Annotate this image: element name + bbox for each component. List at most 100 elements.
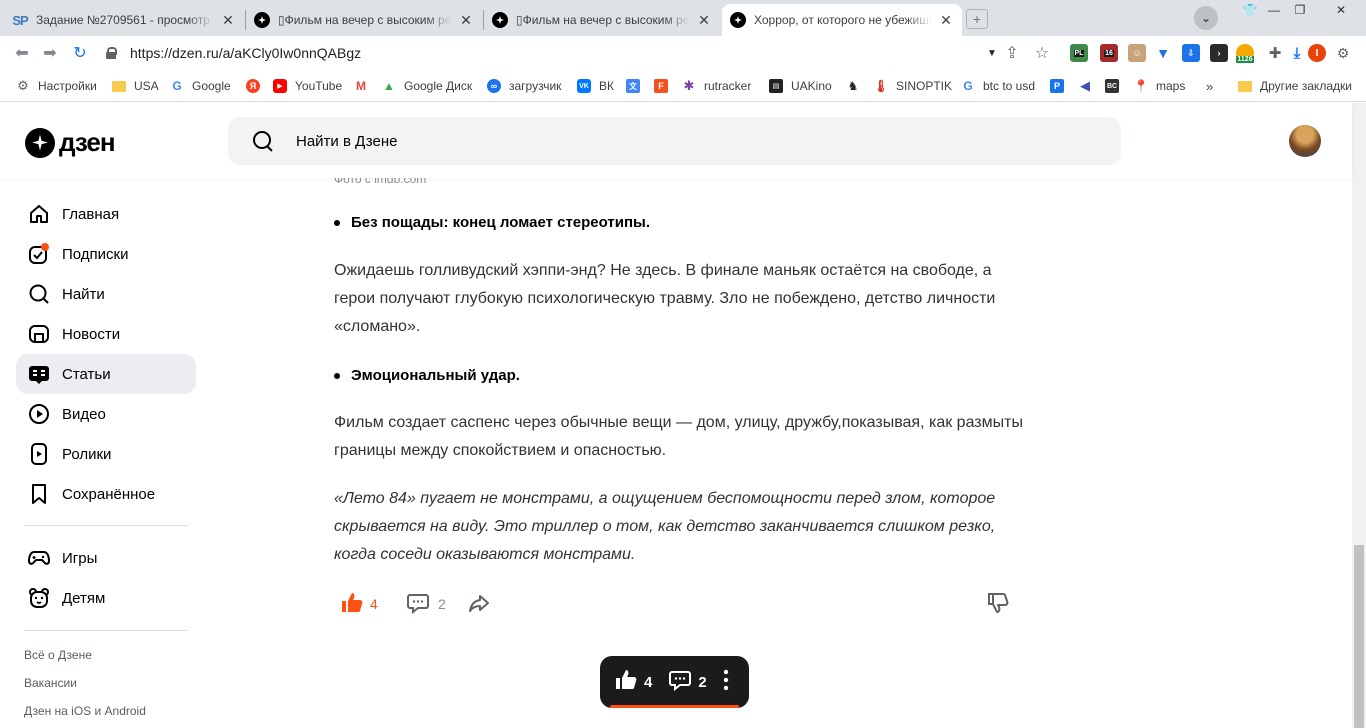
bookmark-usa[interactable]: USA bbox=[112, 77, 159, 95]
dzen-logo[interactable]: дзен bbox=[25, 127, 116, 158]
browser-tab[interactable]: ▯Фильм на вечер с высоким рейтингом ✕ bbox=[484, 4, 720, 36]
browser-tab[interactable]: SP Задание №2709561 - просмотр задания ✕ bbox=[4, 4, 244, 36]
bookmark-translate[interactable]: 文 bbox=[626, 77, 648, 95]
close-window-icon[interactable]: ✕ bbox=[1316, 0, 1366, 20]
close-tab-icon[interactable]: ✕ bbox=[220, 12, 236, 28]
reload-icon[interactable]: ↻ bbox=[70, 43, 90, 63]
close-tab-icon[interactable]: ✕ bbox=[696, 12, 712, 28]
bookmark-youtube[interactable]: ▶ YouTube bbox=[273, 77, 342, 95]
vpn-extension-icon[interactable]: ▼ bbox=[1154, 44, 1172, 62]
like-button[interactable]: 4 bbox=[340, 588, 378, 620]
share-icon[interactable]: ⇪ bbox=[1002, 43, 1022, 63]
globe-extension-icon[interactable]: PL bbox=[1070, 44, 1088, 62]
bookmark-gmail[interactable]: M bbox=[354, 77, 376, 95]
face-extension-icon[interactable]: ☺ bbox=[1128, 44, 1146, 62]
bookmark-google-drive[interactable]: ▲ Google Диск bbox=[382, 77, 472, 95]
bear-icon bbox=[28, 587, 50, 609]
bitcoin-extension-icon[interactable]: 1126 bbox=[1236, 44, 1254, 63]
map-pin-icon: 📍 bbox=[1133, 79, 1149, 93]
sidebar-item-subscriptions[interactable]: Подписки bbox=[16, 234, 196, 274]
download-extension-icon[interactable]: ⇩ bbox=[1182, 44, 1200, 62]
shorts-icon bbox=[28, 443, 50, 465]
bookmark-label: rutracker bbox=[704, 79, 752, 93]
gamepad-icon bbox=[28, 547, 50, 569]
sidebar-item-saved[interactable]: Сохранённое bbox=[16, 474, 196, 514]
downloads-icon[interactable]: ⤓ bbox=[1288, 44, 1306, 62]
bookmark-bc[interactable]: BC bbox=[1105, 77, 1127, 95]
bookmark-figure[interactable]: ♞ bbox=[846, 77, 868, 95]
tab-title-text: Фильм на вечер с высоким рейтингом bbox=[522, 13, 690, 27]
more-options-button[interactable] bbox=[723, 669, 729, 695]
dzen-favicon-icon bbox=[254, 12, 270, 28]
sidebar-item-articles[interactable]: Статьи bbox=[16, 354, 196, 394]
sidebar-item-label: Игры bbox=[62, 549, 98, 567]
new-tab-button[interactable]: + bbox=[966, 9, 988, 29]
floating-comments-button[interactable]: 2 bbox=[668, 668, 707, 696]
sp-favicon-icon: SP bbox=[12, 12, 28, 28]
address-bar[interactable]: https://dzen.ru/a/aKCly0Iw0nnQABgz bbox=[106, 43, 361, 63]
sidebar-item-news[interactable]: Новости bbox=[16, 314, 196, 354]
bookmark-uakino[interactable]: ▤ UAKino bbox=[769, 77, 832, 95]
more-vertical-icon bbox=[723, 669, 729, 695]
sidebar-item-video[interactable]: Видео bbox=[16, 394, 196, 434]
bookmark-maps[interactable]: 📍 maps bbox=[1133, 77, 1186, 95]
browser-tab[interactable]: ▯Фильм на вечер с высоким рейтингом ✕ bbox=[246, 4, 482, 36]
bookmark-star-icon[interactable]: ☆ bbox=[1032, 43, 1052, 63]
scrollbar-thumb[interactable] bbox=[1354, 545, 1364, 728]
bookmark-yandex[interactable]: Я bbox=[246, 77, 268, 95]
sidebar-item-label: Ролики bbox=[62, 445, 112, 463]
bookmark-label: Google Диск bbox=[404, 79, 473, 93]
bookmark-other[interactable]: Другие закладки bbox=[1238, 77, 1352, 95]
more-bookmarks-button[interactable]: » bbox=[1206, 77, 1213, 95]
bookmark-f[interactable]: F bbox=[654, 77, 676, 95]
bookmark-google[interactable]: G Google bbox=[170, 77, 230, 95]
bookmark-btc[interactable]: Gbtc to usd bbox=[961, 77, 1035, 95]
tab-title-text: Фильм на вечер с высоким рейтингом bbox=[284, 13, 452, 27]
extension-icon[interactable]: 16 bbox=[1100, 44, 1118, 62]
bookmark-sinoptik[interactable]: 🌡 SINOPTIK bbox=[873, 77, 952, 95]
sidebar-item-shorts[interactable]: Ролики bbox=[16, 434, 196, 474]
yandex-icon: Я bbox=[246, 79, 260, 93]
footer-link-apps[interactable]: Дзен на iOS и Android bbox=[24, 704, 146, 718]
terminal-extension-icon[interactable]: › bbox=[1210, 44, 1228, 62]
maximize-icon[interactable]: ❐ bbox=[1288, 0, 1312, 20]
dropdown-icon[interactable]: ▼ bbox=[982, 43, 1002, 63]
bookmark-loader[interactable]: ∞ загрузчик bbox=[487, 77, 561, 95]
settings-gear-icon[interactable]: ⚙ bbox=[1334, 44, 1352, 62]
sidebar-item-games[interactable]: Игры bbox=[16, 538, 196, 578]
floating-like-button[interactable]: 4 bbox=[614, 668, 652, 696]
thumbs-up-icon bbox=[340, 591, 364, 618]
search-input[interactable]: Найти в Дзене bbox=[228, 117, 1121, 165]
bookmark-settings[interactable]: ⚙ Настройки bbox=[16, 77, 97, 95]
sidebar-item-label: Найти bbox=[62, 285, 105, 303]
tab-search-icon[interactable]: ⌄ bbox=[1194, 6, 1218, 30]
bookmark-label: btc to usd bbox=[983, 79, 1036, 93]
dislike-button[interactable] bbox=[986, 588, 1010, 620]
close-tab-icon[interactable]: ✕ bbox=[938, 12, 954, 28]
bookmark-p[interactable]: P bbox=[1050, 77, 1072, 95]
footer-link-about[interactable]: Всё о Дзене bbox=[24, 648, 92, 662]
forward-icon[interactable]: ➡ bbox=[40, 43, 60, 63]
profile-shirt-icon[interactable]: 👕 bbox=[1238, 0, 1262, 20]
profile-icon[interactable]: I bbox=[1308, 44, 1326, 62]
footer-link-jobs[interactable]: Вакансии bbox=[24, 676, 77, 690]
extensions-puzzle-icon[interactable]: ✚ bbox=[1266, 44, 1284, 62]
minimize-icon[interactable]: — bbox=[1262, 0, 1286, 20]
sidebar-item-search[interactable]: Найти bbox=[16, 274, 196, 314]
close-tab-icon[interactable]: ✕ bbox=[458, 12, 474, 28]
extension-badge: 1126 bbox=[1236, 55, 1254, 63]
share-button[interactable] bbox=[467, 588, 491, 620]
browser-tab-active[interactable]: Хоррор, от которого не убежишь ✕ bbox=[722, 4, 962, 36]
sidebar-item-kids[interactable]: Детям bbox=[16, 578, 196, 618]
like-count: 4 bbox=[370, 596, 378, 612]
back-icon[interactable]: ⬅ bbox=[12, 43, 32, 63]
bookmark-rutracker[interactable]: ✱ rutracker bbox=[682, 77, 752, 95]
bookmark-vk[interactable]: VK ВК bbox=[577, 77, 614, 95]
subscriptions-icon bbox=[28, 243, 50, 265]
sidebar-item-home[interactable]: Главная bbox=[16, 194, 196, 234]
comments-button[interactable]: 2 bbox=[406, 588, 446, 620]
article-paragraph: Фильм создает саспенс через обычные вещи… bbox=[334, 414, 1023, 459]
bookmark-arrow[interactable]: ◀ bbox=[1078, 77, 1100, 95]
avatar[interactable] bbox=[1289, 125, 1321, 157]
page-scrollbar[interactable] bbox=[1352, 103, 1366, 728]
